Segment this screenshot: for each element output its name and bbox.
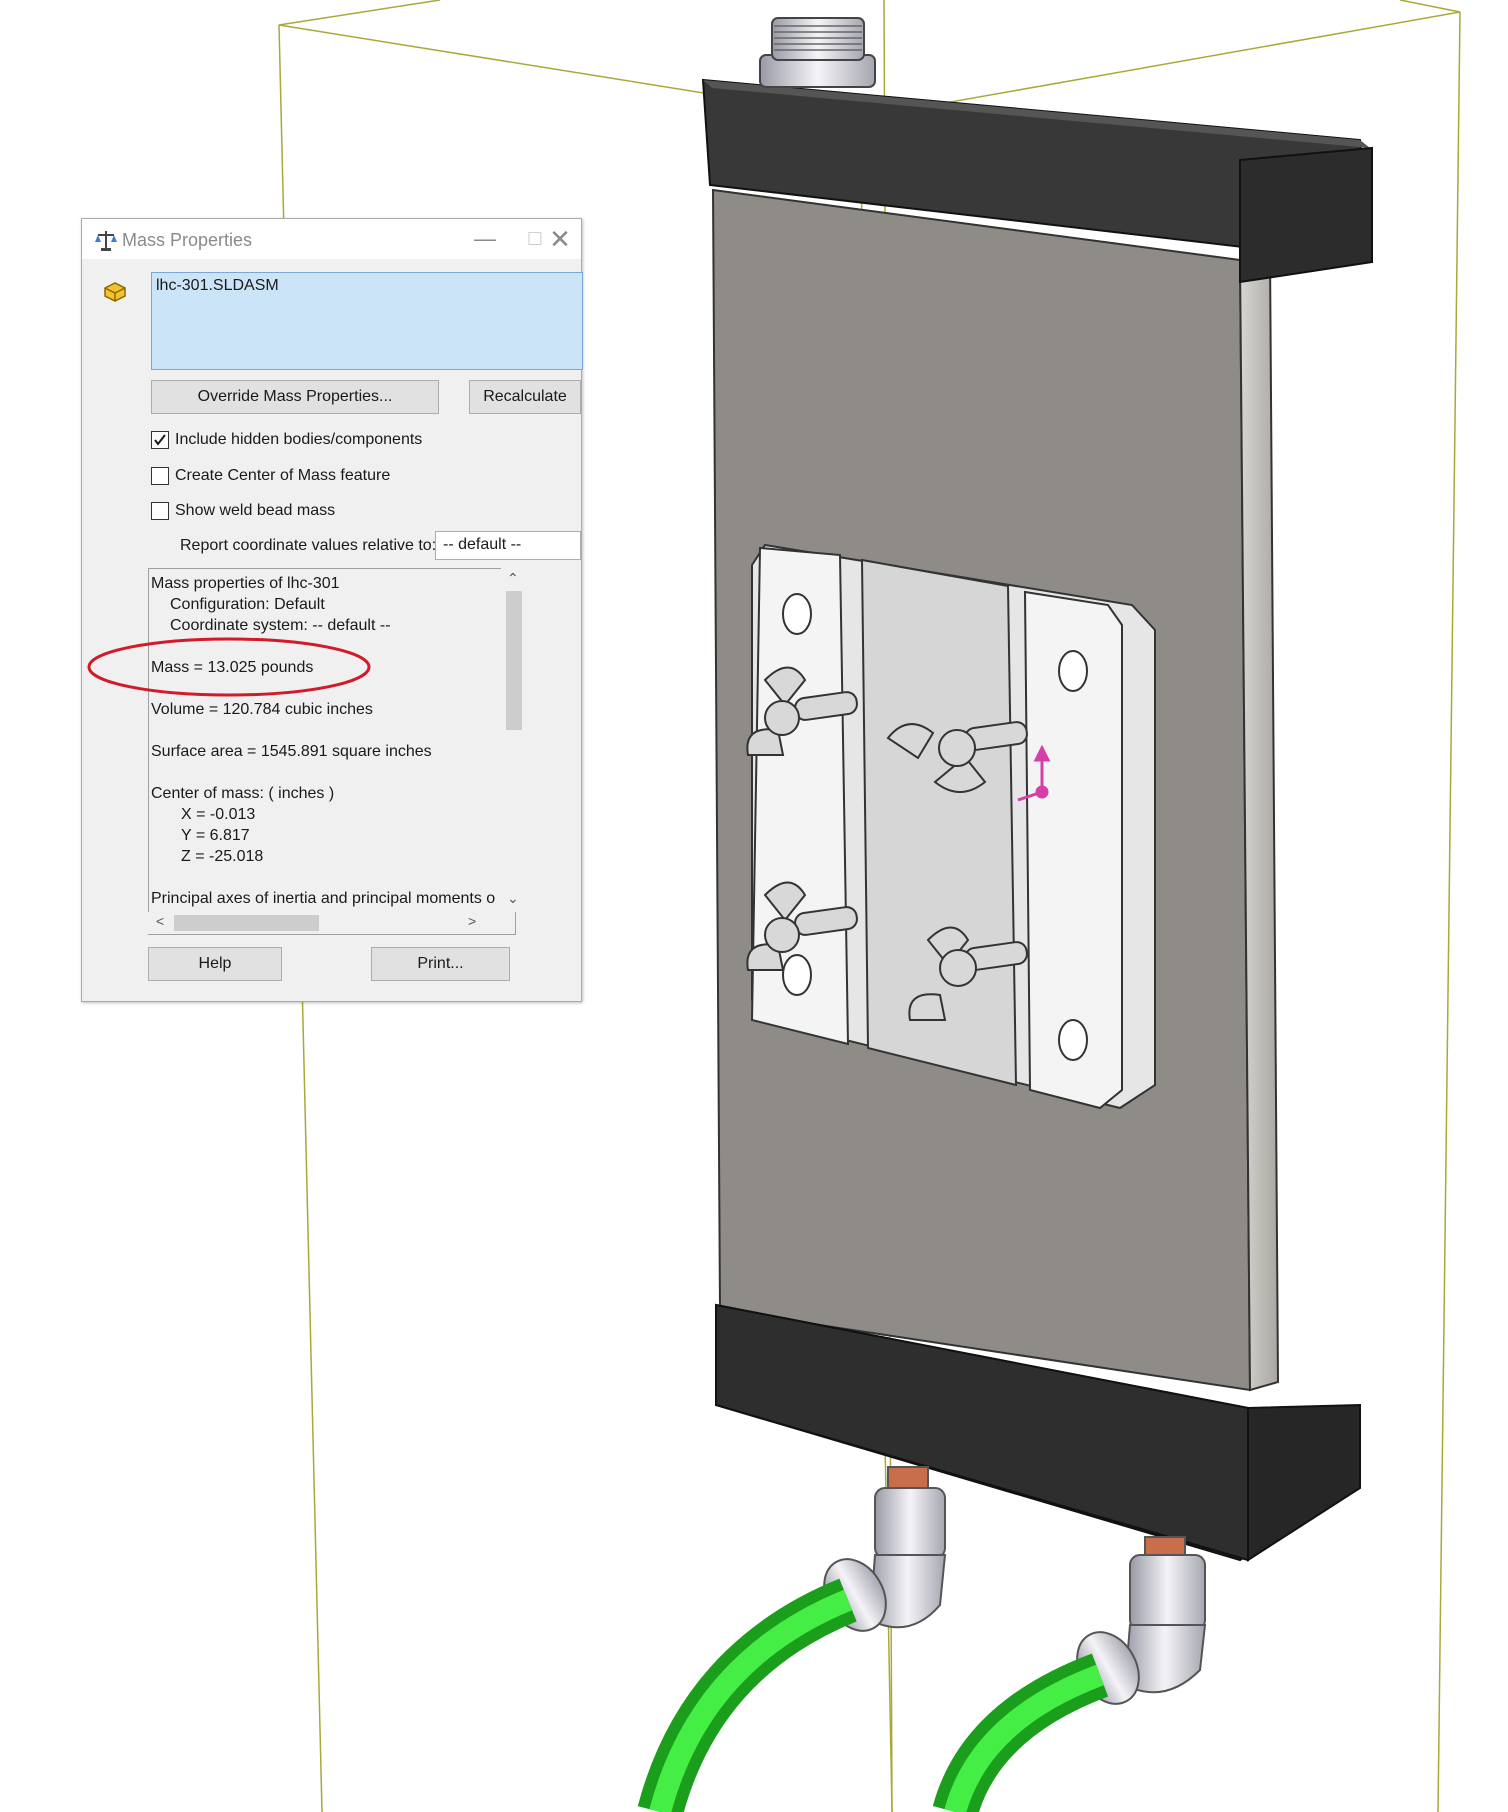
- override-mass-properties-button[interactable]: Override Mass Properties...: [151, 380, 439, 414]
- component-icon: [104, 282, 126, 302]
- create-com-label: Create Center of Mass feature: [175, 467, 391, 484]
- coordinate-system-select[interactable]: -- default --: [435, 531, 581, 560]
- vertical-scrollbar[interactable]: ⌃ ⌄: [501, 568, 526, 912]
- scroll-right-icon[interactable]: >: [468, 913, 476, 929]
- results-volume: Volume = 120.784 cubic inches: [151, 701, 373, 718]
- coolant-hoses: [637, 1578, 1109, 1812]
- mass-highlight-ellipse: [87, 637, 371, 697]
- scroll-left-icon[interactable]: <: [156, 913, 164, 929]
- results-principal-axes: Principal axes of inertia and principal …: [151, 890, 496, 907]
- mounting-bracket: [750, 543, 1156, 1110]
- dialog-title: Mass Properties: [122, 230, 253, 250]
- results-com-x: X = -0.013: [181, 806, 256, 823]
- coordinate-system-label: Report coordinate values relative to:: [180, 537, 437, 554]
- top-port-fitting: [759, 17, 876, 88]
- vertical-scroll-thumb[interactable]: [506, 591, 522, 730]
- results-surface-area: Surface area = 1545.891 square inches: [151, 743, 432, 760]
- checkmark-icon: [154, 434, 166, 446]
- results-textbox[interactable]: Mass properties of lhc-301 Configuration…: [148, 568, 516, 935]
- results-coordinate-system: Coordinate system: -- default --: [170, 617, 391, 634]
- horizontal-scroll-thumb[interactable]: [174, 915, 319, 931]
- results-configuration: Configuration: Default: [170, 596, 325, 613]
- close-button[interactable]: ✕: [540, 225, 580, 253]
- mass-properties-icon: [95, 231, 117, 251]
- minimize-button[interactable]: —: [465, 225, 505, 253]
- results-com-y: Y = 6.817: [181, 827, 250, 844]
- mass-properties-dialog: Mass Properties — ☐ ✕ lhc-301.SLDASM Ove…: [81, 218, 583, 1002]
- help-button[interactable]: Help: [148, 947, 282, 981]
- selection-list[interactable]: lhc-301.SLDASM: [151, 272, 583, 370]
- selected-component[interactable]: lhc-301.SLDASM: [156, 277, 279, 295]
- include-hidden-label: Include hidden bodies/components: [175, 431, 423, 448]
- weld-bead-label: Show weld bead mass: [175, 502, 336, 519]
- print-button[interactable]: Print...: [371, 947, 510, 981]
- results-center-of-mass: Center of mass: ( inches ): [151, 785, 335, 802]
- results-com-z: Z = -25.018: [181, 848, 264, 865]
- scroll-up-icon[interactable]: ⌃: [507, 570, 519, 587]
- scroll-down-icon[interactable]: ⌄: [507, 890, 519, 907]
- horizontal-scrollbar[interactable]: < >: [148, 912, 501, 934]
- create-com-checkbox[interactable]: [151, 467, 169, 485]
- include-hidden-checkbox[interactable]: [151, 431, 169, 449]
- weld-bead-checkbox[interactable]: [151, 502, 169, 520]
- title-bar[interactable]: Mass Properties — ☐ ✕: [82, 219, 581, 259]
- recalculate-button[interactable]: Recalculate: [469, 380, 581, 414]
- results-heading: Mass properties of lhc-301: [151, 575, 340, 592]
